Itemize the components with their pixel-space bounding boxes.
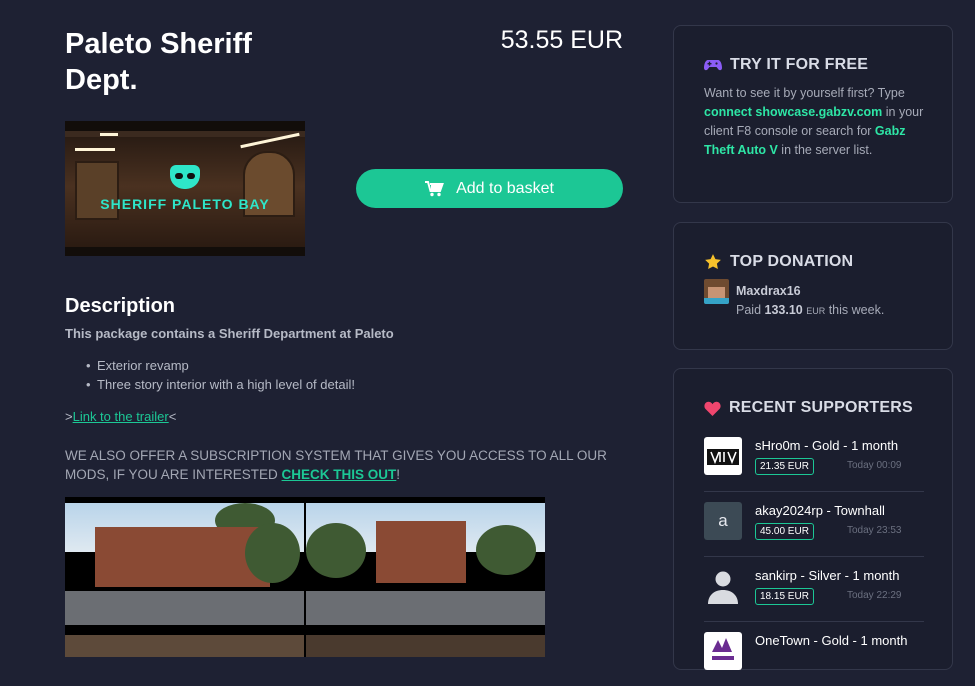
add-to-basket-button[interactable]: Add to basket — [356, 169, 623, 208]
product-image[interactable]: SHERIFF PALETO BAY — [65, 121, 305, 256]
supporter-name: OneTown - Gold - 1 month — [755, 633, 908, 648]
top-donation-amount: Paid 133.10 EUR this week. — [736, 303, 885, 317]
supporter-name: sankirp - Silver - 1 month — [755, 568, 900, 583]
supporter-time: Today 00:09 — [847, 460, 902, 471]
supporter-time: Today 23:53 — [847, 525, 902, 536]
supporter-name: sHro0m - Gold - 1 month — [755, 438, 899, 453]
screenshot-gallery — [65, 497, 545, 657]
default-user-icon — [704, 567, 742, 605]
supporter-row: a akay2024rp - Townhall 45.00 EUR Today … — [704, 492, 924, 557]
heart-icon — [704, 401, 721, 416]
product-image-caption: SHERIFF PALETO BAY — [100, 196, 270, 212]
supporter-row: sankirp - Silver - 1 month 18.15 EUR Tod… — [704, 557, 924, 622]
supporter-amount: 18.15 EUR — [755, 588, 814, 605]
supporter-amount: 21.35 EUR — [755, 458, 814, 475]
description-subtitle: This package contains a Sheriff Departme… — [65, 326, 394, 341]
top-donor-name: Maxdrax16 — [736, 284, 801, 298]
product-title: Paleto Sheriff Dept. — [65, 28, 252, 96]
recent-supporters-title: RECENT SUPPORTERS — [704, 399, 913, 417]
trailer-line: >Link to the trailer< — [65, 409, 177, 424]
trailer-link[interactable]: Link to the trailer — [73, 409, 169, 424]
try-free-text: Want to see it by yourself first? Type c… — [704, 86, 924, 157]
supporter-row: OneTown - Gold - 1 month — [704, 622, 924, 686]
top-donation-card: TOP DONATION Maxdrax16 Paid 133.10 EUR t… — [673, 222, 953, 350]
add-to-basket-label: Add to basket — [456, 179, 554, 197]
avatar: a — [704, 502, 742, 540]
supporter-row: sHro0m - Gold - 1 month 21.35 EUR Today … — [704, 427, 924, 492]
supporter-name: akay2024rp - Townhall — [755, 503, 885, 518]
try-free-card: TRY IT FOR FREE Want to see it by yourse… — [673, 25, 953, 203]
connect-command: connect showcase.gabzv.com — [704, 105, 883, 119]
star-icon — [705, 254, 721, 270]
gallery-image[interactable] — [65, 503, 304, 625]
top-donation-title: TOP DONATION — [704, 253, 853, 271]
gallery-image[interactable] — [65, 635, 304, 657]
supporter-time: Today 22:29 — [847, 590, 902, 601]
supporter-amount: 45.00 EUR — [755, 523, 814, 540]
gamepad-icon — [704, 60, 722, 71]
description-heading: Description — [65, 295, 176, 317]
feature-list: Exterior revamp Three story interior wit… — [86, 356, 355, 394]
avatar — [704, 632, 742, 670]
list-item: Exterior revamp — [86, 356, 355, 375]
subscription-offer: WE ALSO OFFER A SUBSCRIPTION SYSTEM THAT… — [65, 448, 607, 482]
list-item: Three story interior with a high level o… — [86, 375, 355, 394]
avatar — [704, 279, 729, 304]
gallery-image[interactable] — [306, 503, 545, 625]
cart-icon — [425, 180, 444, 196]
avatar — [704, 437, 742, 475]
check-this-out-link[interactable]: CHECK THIS OUT — [282, 467, 397, 482]
recent-supporters-card: RECENT SUPPORTERS sHro0m - Gold - 1 mont… — [673, 368, 953, 670]
try-free-title: TRY IT FOR FREE — [704, 56, 868, 74]
gallery-image[interactable] — [306, 635, 545, 657]
product-price: 53.55 EUR — [500, 26, 623, 54]
